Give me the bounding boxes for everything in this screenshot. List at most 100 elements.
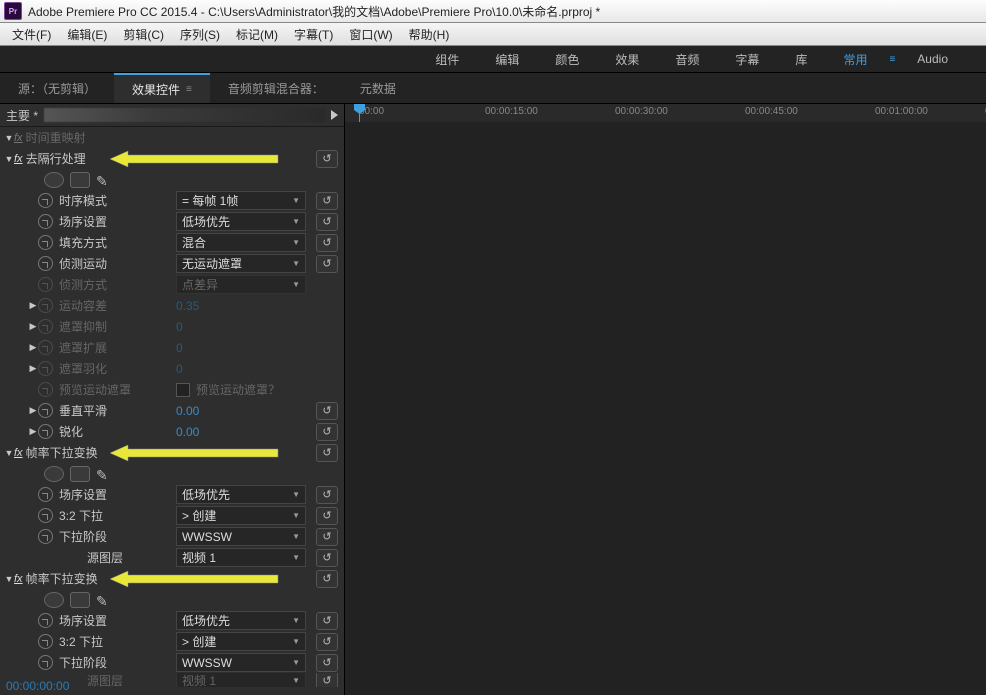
stopwatch-icon[interactable] <box>38 193 53 208</box>
workspace-tab[interactable]: Audio <box>899 52 966 66</box>
param-dropdown[interactable]: 无运动遮罩 <box>176 254 306 273</box>
mask-ellipse-icon[interactable] <box>44 466 64 482</box>
param-dropdown[interactable]: 低场优先 <box>176 611 306 630</box>
menu-item[interactable]: 字幕(T) <box>286 26 341 43</box>
panel-menu-icon[interactable]: ≡ <box>186 84 192 95</box>
workspace-tab[interactable]: 编辑 <box>477 51 537 68</box>
mask-pen-icon[interactable] <box>96 593 114 607</box>
panel-tab[interactable]: 源：（无剪辑） <box>0 73 114 103</box>
reset-param-button[interactable] <box>316 192 338 210</box>
param-value[interactable]: 0.35 <box>176 299 199 313</box>
reset-effect-button[interactable] <box>316 150 338 168</box>
stopwatch-icon[interactable] <box>38 361 53 376</box>
stopwatch-icon[interactable] <box>38 655 53 670</box>
stopwatch-icon[interactable] <box>38 319 53 334</box>
workspace-tab[interactable]: 字幕 <box>717 51 777 68</box>
workspace-menu-icon[interactable]: ≡ <box>885 54 899 65</box>
reset-param-button[interactable] <box>316 402 338 420</box>
mask-rect-icon[interactable] <box>70 466 90 482</box>
disclosure-triangle-icon[interactable]: ▶ <box>28 363 38 374</box>
workspace-tab[interactable]: 颜色 <box>537 51 597 68</box>
reset-param-button[interactable] <box>316 528 338 546</box>
disclosure-triangle-icon[interactable]: ▼ <box>4 154 14 164</box>
stopwatch-icon[interactable] <box>38 298 53 313</box>
param-value[interactable]: 0 <box>176 320 183 334</box>
disclosure-triangle-icon[interactable]: ▶ <box>28 405 38 416</box>
mask-pen-icon[interactable] <box>96 173 114 187</box>
panel-tab[interactable]: 效果控件≡ <box>114 73 210 103</box>
menu-item[interactable]: 序列(S) <box>172 26 228 43</box>
menu-item[interactable]: 文件(F) <box>4 26 59 43</box>
param-dropdown[interactable]: 低场优先 <box>176 485 306 504</box>
stopwatch-icon[interactable] <box>38 634 53 649</box>
stopwatch-icon[interactable] <box>38 340 53 355</box>
fx-badge-icon[interactable]: fx <box>14 153 23 165</box>
reset-param-button[interactable] <box>316 633 338 651</box>
reset-param-button[interactable] <box>316 234 338 252</box>
menu-item[interactable]: 帮助(H) <box>401 26 458 43</box>
stopwatch-icon[interactable] <box>38 613 53 628</box>
reset-param-button[interactable] <box>316 507 338 525</box>
disclosure-triangle-icon[interactable]: ▼ <box>4 133 14 143</box>
param-dropdown[interactable]: 低场优先 <box>176 212 306 231</box>
fx-badge-icon[interactable]: fx <box>14 447 23 459</box>
menu-item[interactable]: 编辑(E) <box>59 26 115 43</box>
panel-tab[interactable]: 音频剪辑混合器： <box>210 73 342 103</box>
stopwatch-icon[interactable] <box>38 256 53 271</box>
param-checkbox[interactable] <box>176 383 190 397</box>
mask-pen-icon[interactable] <box>96 467 114 481</box>
stopwatch-icon[interactable] <box>38 529 53 544</box>
timeline-body[interactable] <box>345 122 986 695</box>
menu-item[interactable]: 窗口(W) <box>341 26 400 43</box>
effect-header[interactable]: ▼fx帧率下拉变换 <box>0 568 344 589</box>
param-dropdown[interactable]: WWSSW <box>176 653 306 672</box>
param-dropdown[interactable]: 点差异 <box>176 275 306 294</box>
disclosure-triangle-icon[interactable]: ▶ <box>28 342 38 353</box>
reset-param-button[interactable] <box>316 486 338 504</box>
param-dropdown[interactable]: 混合 <box>176 233 306 252</box>
play-icon[interactable] <box>331 110 338 120</box>
menu-item[interactable]: 标记(M) <box>228 26 286 43</box>
reset-param-button[interactable] <box>316 255 338 273</box>
stopwatch-icon[interactable] <box>38 487 53 502</box>
workspace-tab[interactable]: 常用 <box>825 51 885 68</box>
disclosure-triangle-icon[interactable]: ▼ <box>4 448 14 458</box>
menu-item[interactable]: 剪辑(C) <box>115 26 172 43</box>
workspace-tab[interactable]: 库 <box>777 51 825 68</box>
stopwatch-icon[interactable] <box>38 508 53 523</box>
param-value[interactable]: 0.00 <box>176 425 199 439</box>
effect-header[interactable]: ▼fx帧率下拉变换 <box>0 442 344 463</box>
effect-header[interactable]: ▼fx去隔行处理 <box>0 148 344 169</box>
param-dropdown[interactable]: 视频 1 <box>176 548 306 567</box>
param-value[interactable]: 0.00 <box>176 404 199 418</box>
reset-effect-button[interactable] <box>316 570 338 588</box>
disclosure-triangle-icon[interactable]: ▶ <box>28 426 38 437</box>
param-dropdown[interactable]: = 每帧 1帧 <box>176 191 306 210</box>
disclosure-triangle-icon[interactable]: ▼ <box>4 574 14 584</box>
stopwatch-icon[interactable] <box>38 382 53 397</box>
fx-badge-icon[interactable]: fx <box>14 132 23 144</box>
reset-param-button[interactable] <box>316 654 338 672</box>
reset-param-button[interactable] <box>316 549 338 567</box>
stopwatch-icon[interactable] <box>38 403 53 418</box>
effect-header[interactable]: ▼fx时间重映射 <box>0 127 344 148</box>
reset-effect-button[interactable] <box>316 444 338 462</box>
param-value[interactable]: 0 <box>176 362 183 376</box>
stopwatch-icon[interactable] <box>38 424 53 439</box>
param-dropdown[interactable]: 视频 1 <box>176 673 306 687</box>
workspace-tab[interactable]: 效果 <box>597 51 657 68</box>
param-value[interactable]: 0 <box>176 341 183 355</box>
param-dropdown[interactable]: > 创建 <box>176 632 306 651</box>
time-ruler[interactable]: 00:0000:00:15:0000:00:30:0000:00:45:0000… <box>345 104 986 123</box>
reset-param-button[interactable] <box>316 423 338 441</box>
reset-param-button[interactable] <box>316 213 338 231</box>
mask-ellipse-icon[interactable] <box>44 172 64 188</box>
stopwatch-icon[interactable] <box>38 214 53 229</box>
timecode-readout[interactable]: 00:00:00:00 <box>6 679 69 693</box>
effect-timeline[interactable]: 00:0000:00:15:0000:00:30:0000:00:45:0000… <box>345 104 986 695</box>
panel-tab[interactable]: 元数据 <box>342 73 414 103</box>
mask-rect-icon[interactable] <box>70 592 90 608</box>
param-dropdown[interactable]: WWSSW <box>176 527 306 546</box>
reset-param-button[interactable] <box>316 612 338 630</box>
disclosure-triangle-icon[interactable]: ▶ <box>28 321 38 332</box>
